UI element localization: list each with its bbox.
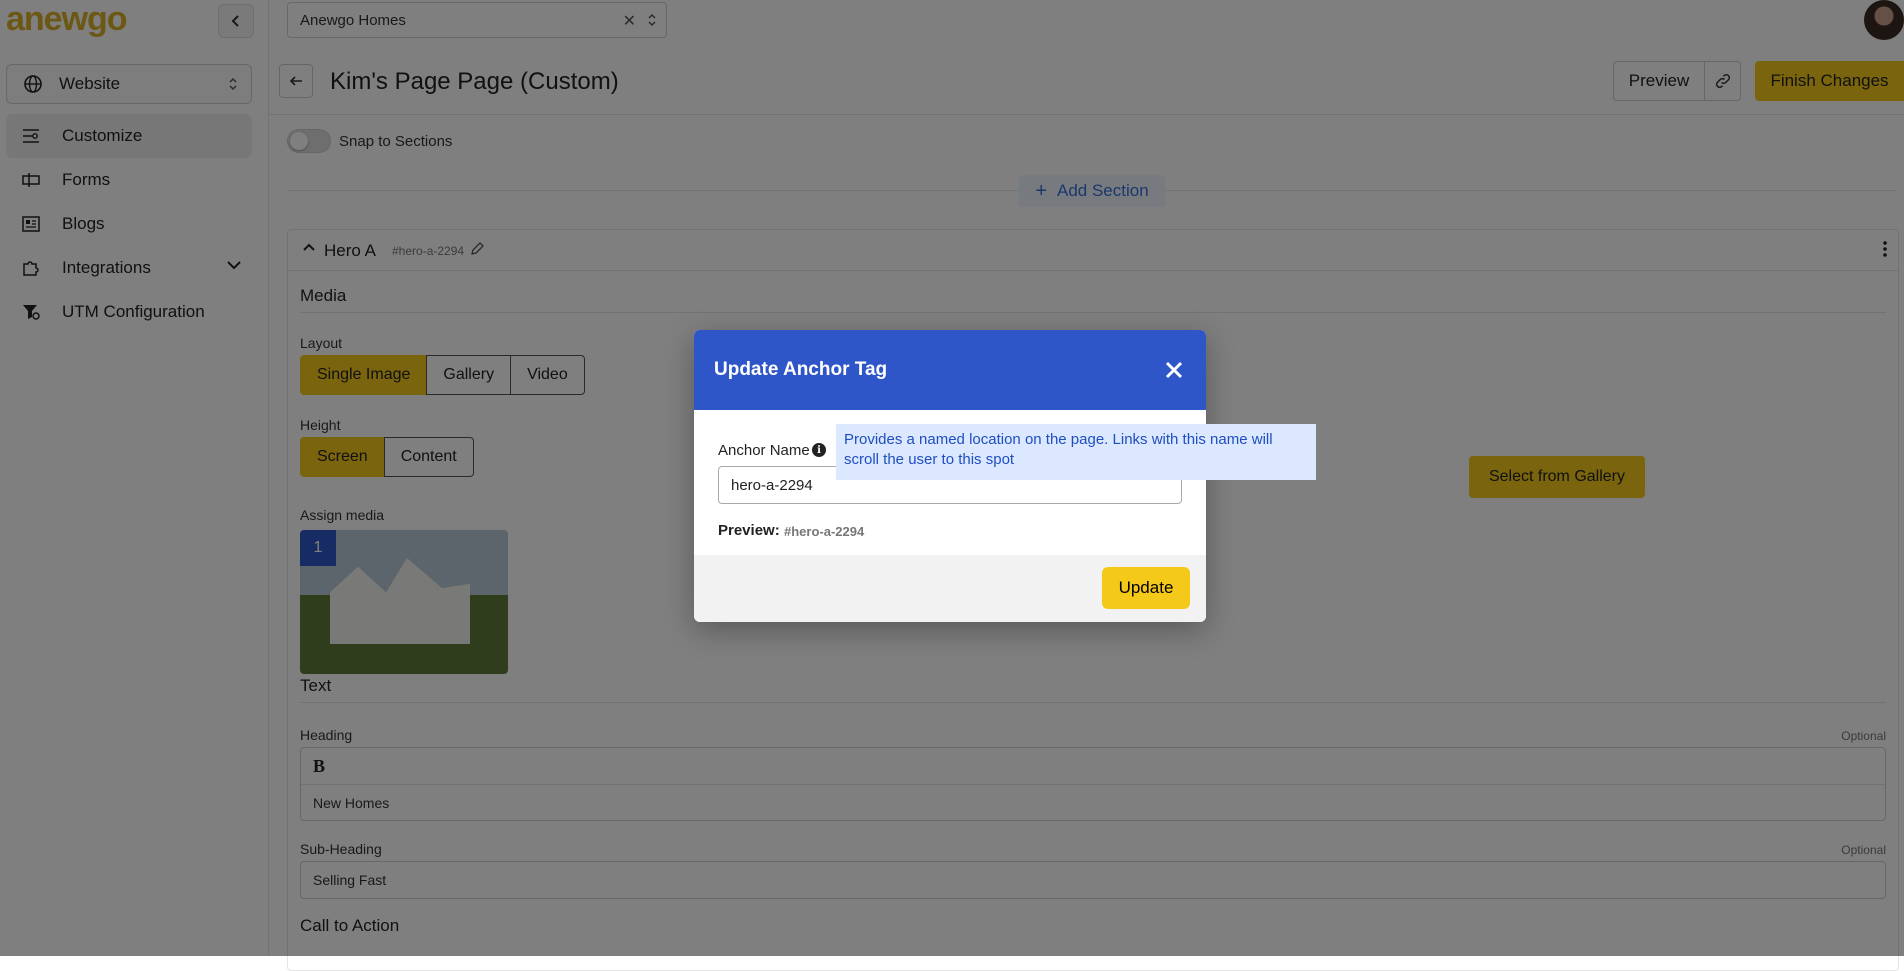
anchor-name-label: Anchor Name: [718, 442, 810, 459]
modal-header: Update Anchor Tag: [694, 330, 1206, 410]
modal-title: Update Anchor Tag: [714, 359, 888, 380]
preview-value: #hero-a-2294: [784, 524, 865, 539]
close-icon[interactable]: [1162, 358, 1186, 382]
update-button[interactable]: Update: [1102, 567, 1190, 609]
info-icon[interactable]: i: [812, 443, 826, 457]
app: anewgo Website Customize Forms Blogs: [0, 0, 1904, 971]
preview-label: Preview:: [718, 522, 780, 539]
anchor-name-tooltip: Provides a named location on the page. L…: [836, 424, 1316, 480]
modal-footer: Update: [694, 555, 1206, 622]
